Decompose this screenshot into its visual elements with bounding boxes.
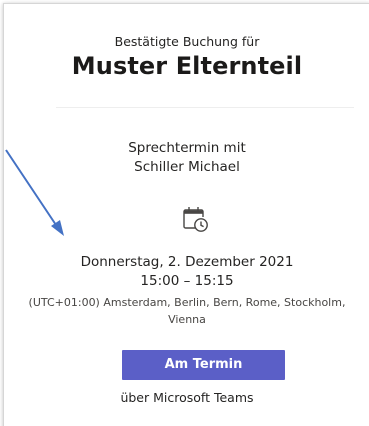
screenshot-stage: Bestätigte Buchung für Muster Elternteil…	[0, 0, 369, 426]
annotation-arrow-icon	[5, 149, 64, 236]
